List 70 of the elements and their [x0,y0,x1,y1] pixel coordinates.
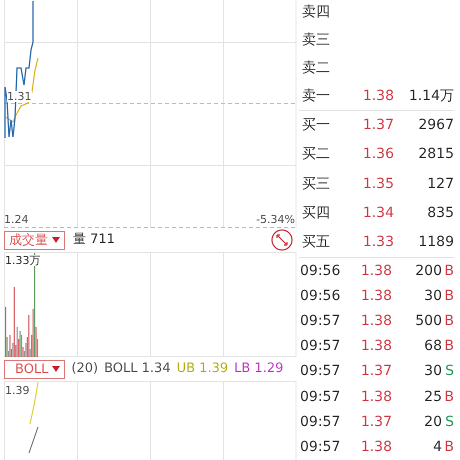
order-level-label: 买四 [302,204,331,224]
expand-icon[interactable] [271,229,293,251]
caret-icon [52,237,60,243]
percent-label: -5.34% [256,214,295,225]
price-label: 1.39 [5,385,30,396]
order-volume: 1.14万 [408,86,454,106]
trade-volume: 25 [423,388,442,407]
trade-side: B [443,286,454,306]
trade-time: 09:57 [300,412,342,432]
order-level-label: 买三 [302,174,331,194]
trade-price: 1.38 [360,286,392,306]
trade-price: 1.37 [360,412,392,432]
order-level-label: 卖四 [302,2,331,22]
indicator-value: BOLL 1.34 [104,360,171,378]
order-price: 1.35 [362,174,394,194]
volume-label: 1.33万 [5,255,40,266]
trade-volume: 20 [423,412,442,432]
trade-time: 09:57 [300,312,342,331]
indicator-value: (20) [71,360,98,378]
order-price: 1.34 [362,204,394,224]
indicator-selector[interactable]: BOLL [4,360,66,378]
trade-side: S [444,412,454,432]
trade-volume: 68 [423,337,442,356]
trade-side: B [443,388,454,407]
average-line-drawing [6,58,39,123]
order-volume: 2967 [417,116,454,136]
trade-price: 1.38 [360,388,392,407]
order-price: 1.37 [362,116,394,136]
order-level-label: 买五 [302,233,331,252]
order-level-label: 卖一 [302,86,331,106]
trade-side: B [443,312,454,331]
trade-side: S [444,362,454,382]
order-volume: 127 [426,174,454,194]
trade-volume: 4 [432,438,442,457]
order-level-label: 买二 [302,145,331,164]
order-volume: 1189 [417,233,454,252]
upper-band-drawing [29,382,39,424]
trade-time: 09:56 [300,262,342,281]
trade-time: 09:57 [300,438,342,457]
trade-price: 1.38 [360,438,392,457]
trade-volume: 200 [414,262,442,281]
order-level-label: 买一 [302,116,331,136]
order-level-label: 卖二 [302,58,331,78]
trade-price: 1.37 [360,362,392,382]
trade-time: 09:57 [300,388,342,407]
trade-time: 09:57 [300,337,342,356]
order-price: 1.38 [362,86,394,106]
order-level-label: 卖三 [302,30,331,50]
order-price: 1.33 [362,233,394,252]
trade-price: 1.38 [360,337,392,356]
indicator-value: LB 1.29 [234,360,284,378]
order-volume: 2815 [417,145,454,164]
caret-icon [52,366,60,372]
trade-price: 1.38 [360,262,392,281]
volume-reading: 量 711 [73,231,115,250]
trade-time: 09:56 [300,286,342,306]
trade-price: 1.38 [360,312,392,331]
order-price: 1.36 [362,145,394,164]
indicator-selector[interactable]: 成交量 [4,230,65,250]
indicator-value: UB 1.39 [176,360,228,378]
price-label: 1.24 [4,214,28,225]
trade-volume: 30 [423,286,442,306]
trade-volume: 500 [414,312,442,331]
order-volume: 835 [426,204,454,224]
price-label: 1.31 [7,91,32,102]
trade-side: B [443,262,454,281]
trade-side: B [443,438,454,457]
trade-side: B [443,337,454,356]
trade-time: 09:57 [300,362,342,382]
trade-volume: 30 [423,362,442,382]
